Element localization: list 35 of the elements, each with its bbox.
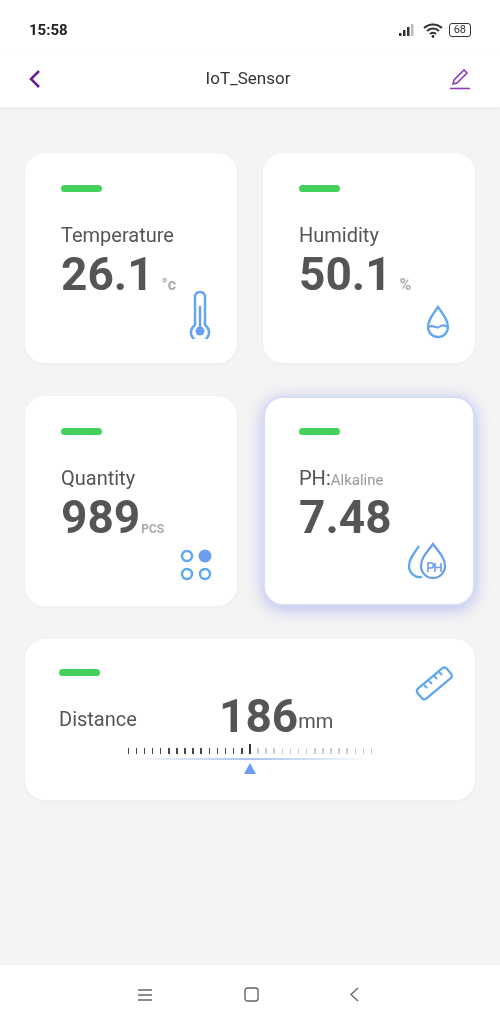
sensor-label: Quantity [61, 465, 136, 492]
status-bar [299, 428, 340, 435]
edit-button[interactable] [448, 66, 472, 91]
sensor-value: 989 [61, 489, 141, 545]
sensor-card[interactable]: Quantity 989 PCS [25, 396, 237, 606]
signal-icon [398, 24, 417, 36]
dots-grid-icon [179, 548, 213, 582]
sensor-unit: mm [298, 708, 334, 735]
wifi-icon [422, 22, 443, 38]
sensor-value: 50.1 [299, 246, 392, 302]
sensor-value: 7.48 [299, 489, 392, 545]
menu-button[interactable] [138, 987, 154, 1002]
sensor-label: Distance [59, 706, 138, 733]
status-bar [61, 185, 102, 192]
home-button[interactable] [244, 986, 260, 1003]
status-bar [59, 669, 100, 676]
sensor-sublabel: Alkaline [330, 471, 384, 491]
status-bar [299, 185, 340, 192]
page-title: IoT_Sensor [205, 66, 291, 90]
sensor-card[interactable]: Temperature 26.1 °c [25, 153, 237, 363]
sensor-card[interactable]: PH:Alkaline 7.48 [263, 396, 475, 606]
sensor-unit: °c [161, 274, 177, 296]
sensor-label: Humidity [299, 222, 379, 249]
sensor-unit: PCS [141, 521, 165, 538]
sensor-label: PH: [299, 465, 331, 492]
sensor-unit: % [399, 274, 412, 296]
water-drop-icon [425, 305, 451, 339]
sensor-value: 186 [219, 690, 299, 742]
battery-indicator: 68 [448, 23, 471, 37]
clock-time: 15:58 [29, 19, 68, 41]
sensor-card[interactable]: Humidity 50.1 % [263, 153, 475, 363]
thermometer-icon [187, 291, 213, 339]
status-bar [61, 428, 102, 435]
sensor-label: Temperature [61, 222, 174, 249]
sensor-value: 26.1 [61, 246, 154, 302]
